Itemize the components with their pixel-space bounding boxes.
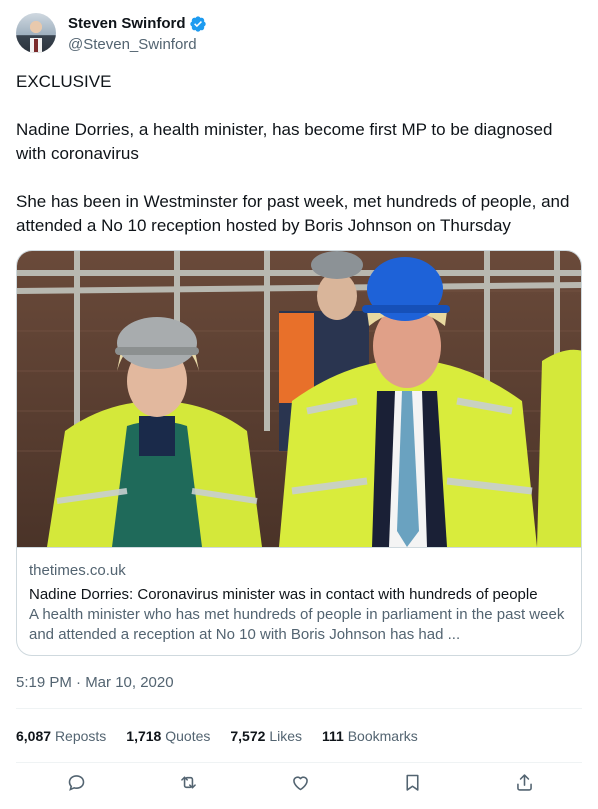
tweet-header: Steven Swinford @Steven_Swinford: [16, 12, 207, 54]
bookmark-button[interactable]: [400, 770, 424, 794]
author-name[interactable]: Steven Swinford: [68, 15, 186, 32]
share-button[interactable]: [512, 770, 536, 794]
link-preview-meta[interactable]: thetimes.co.uk Nadine Dorries: Coronavir…: [17, 547, 581, 655]
stat-label: Bookmarks: [347, 728, 418, 744]
author-handle[interactable]: @Steven_Swinford: [68, 36, 207, 53]
action-bar: [16, 770, 582, 800]
stat-count: 1,718: [126, 728, 162, 744]
divider: [16, 762, 582, 763]
stat-likes[interactable]: 7,572 Likes: [230, 728, 302, 744]
tweet-timestamp[interactable]: 5:19 PM · Mar 10, 2020: [16, 674, 174, 691]
author-avatar[interactable]: [16, 13, 56, 53]
stat-count: 111: [322, 728, 344, 744]
stat-label: Quotes: [165, 728, 211, 744]
link-title: Nadine Dorries: Coronavirus minister was…: [29, 586, 538, 603]
link-preview-card[interactable]: thetimes.co.uk Nadine Dorries: Coronavir…: [16, 250, 582, 656]
link-domain: thetimes.co.uk: [29, 562, 126, 579]
like-icon: [292, 775, 308, 790]
verified-badge-icon: [189, 15, 206, 32]
bookmark-icon: [405, 774, 419, 791]
repost-button[interactable]: [176, 770, 200, 794]
tweet-paragraph: Nadine Dorries, a health minister, has b…: [16, 120, 553, 163]
link-description: A health minister who has met hundreds o…: [29, 606, 565, 643]
reply-icon: [68, 774, 84, 791]
stat-count: 6,087: [16, 728, 52, 744]
tweet-paragraph: She has been in Westminster for past wee…: [16, 192, 570, 235]
repost-icon: [180, 775, 196, 789]
tweet-paragraph: EXCLUSIVE: [16, 72, 112, 91]
divider: [16, 708, 582, 709]
stat-quotes[interactable]: 1,718 Quotes: [126, 728, 210, 744]
link-preview-image[interactable]: [17, 251, 581, 547]
stat-label: Likes: [269, 728, 302, 744]
tweet-text: EXCLUSIVE Nadine Dorries, a health minis…: [16, 70, 582, 262]
author-info: Steven Swinford @Steven_Swinford: [68, 14, 207, 53]
reply-button[interactable]: [64, 770, 88, 794]
stat-reposts[interactable]: 6,087 Reposts: [16, 728, 106, 744]
engagement-stats: 6,087 Reposts 1,718 Quotes 7,572 Likes 1…: [16, 726, 438, 746]
stat-bookmarks[interactable]: 111 Bookmarks: [322, 728, 418, 744]
stat-label: Reposts: [54, 728, 107, 744]
share-icon: [516, 773, 532, 791]
stat-count: 7,572: [230, 728, 266, 744]
like-button[interactable]: [288, 770, 312, 794]
